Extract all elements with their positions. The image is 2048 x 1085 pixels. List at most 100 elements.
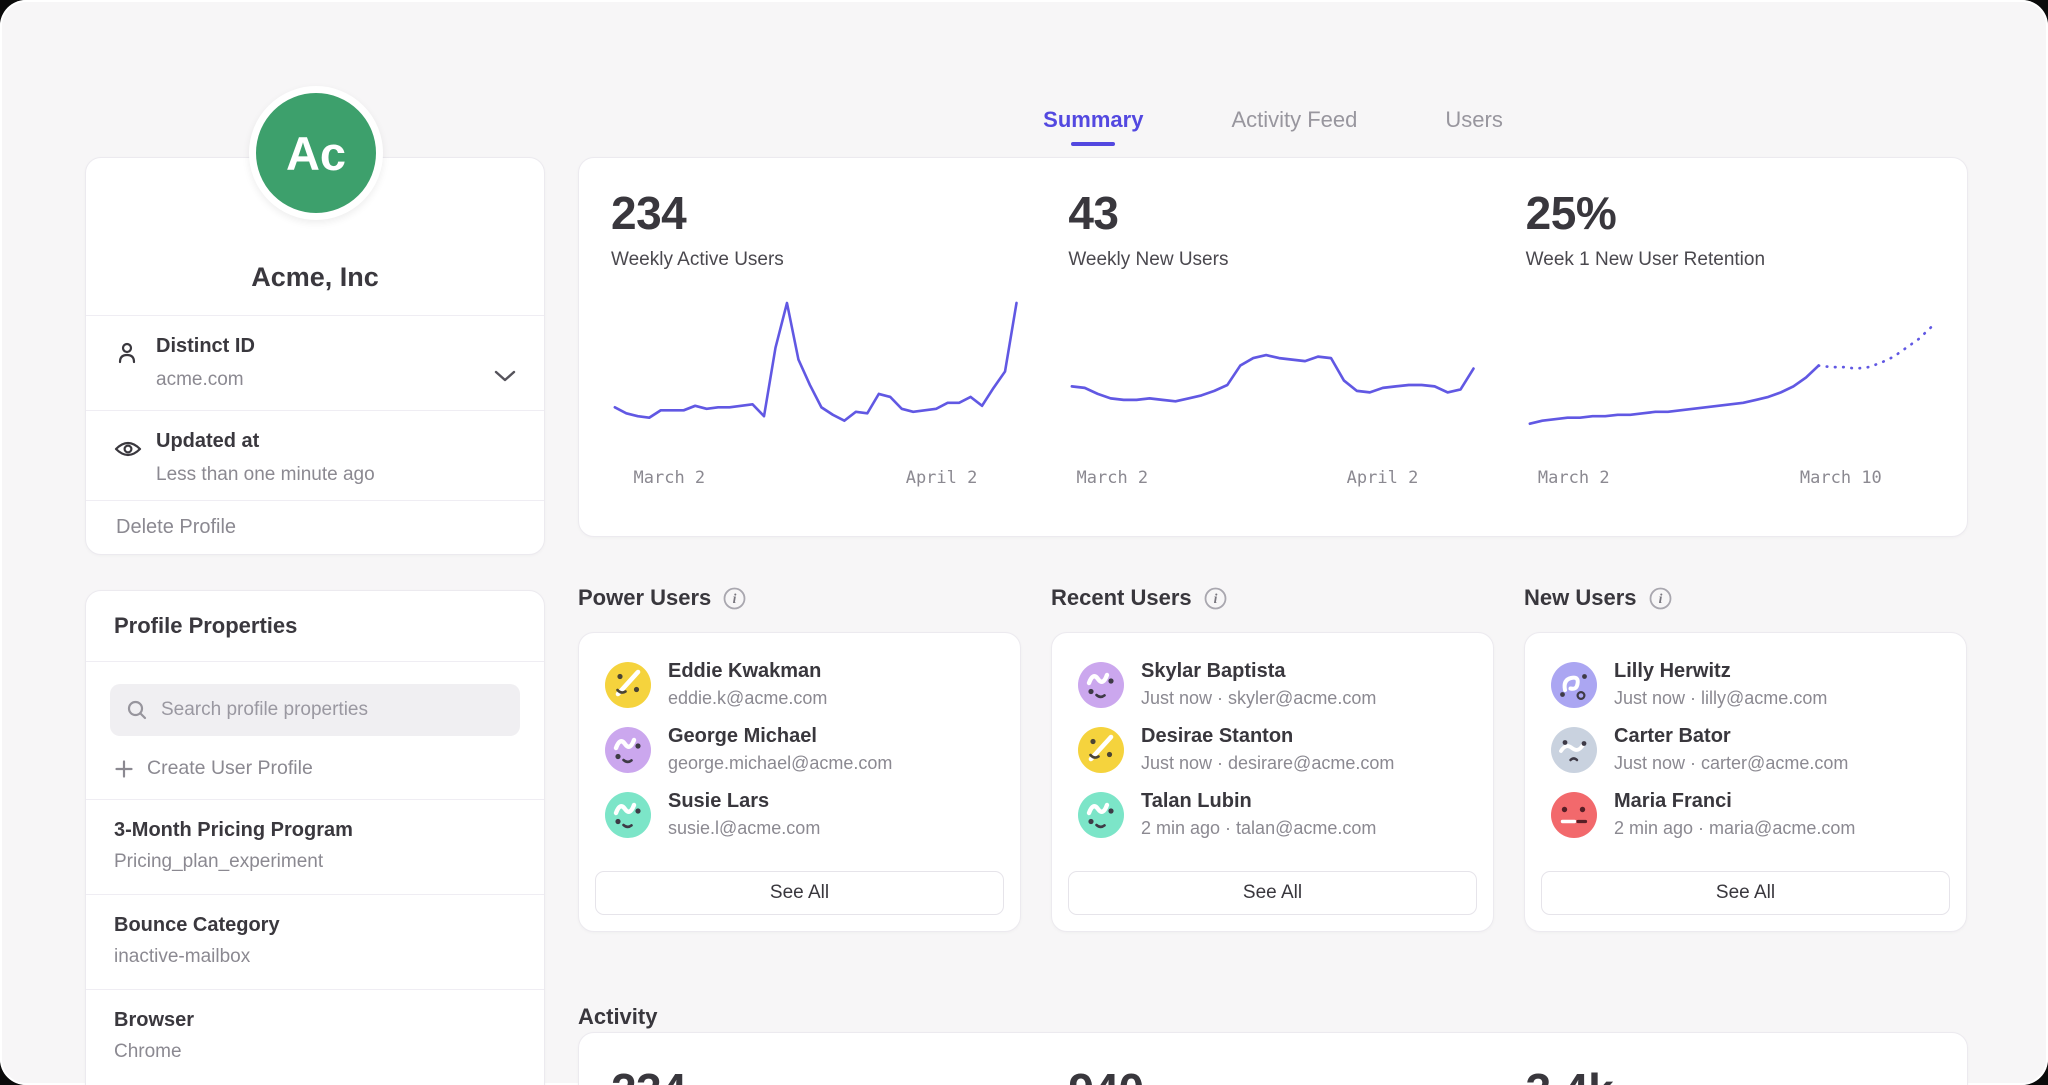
user-subtext: susie.l@acme.com [668, 818, 820, 839]
user-subtext: Just now · desirare@acme.com [1141, 753, 1394, 774]
user-name: Talan Lubin [1141, 790, 1376, 813]
list-item[interactable]: Talan Lubin 2 min ago · talan@acme.com [1078, 790, 1467, 839]
property-row-browser[interactable]: BrowserChrome [86, 989, 544, 1084]
avatar [605, 662, 651, 708]
list-title: New Users [1524, 585, 1637, 611]
user-name: Maria Franci [1614, 790, 1855, 813]
create-user-profile-button[interactable]: Create User Profile [114, 757, 516, 780]
active-tab-underline [1071, 142, 1115, 146]
avatar [605, 792, 651, 838]
user-list-card: Skylar Baptista Just now · skyler@acme.co… [1051, 632, 1494, 932]
line-chart [1068, 295, 1477, 460]
info-icon[interactable]: i [1649, 587, 1672, 610]
list-item[interactable]: Susie Larssusie.l@acme.com [605, 790, 994, 839]
activity-stat: 3.4k [1526, 1063, 1935, 1085]
list-title: Power Users [578, 585, 711, 611]
stat-number: 43 [1068, 186, 1477, 240]
see-all-button[interactable]: See All [1541, 871, 1950, 915]
profile-properties-title: Profile Properties [86, 591, 544, 662]
list-item[interactable]: Carter BatorJust now · carter@acme.com [1551, 725, 1940, 774]
avatar [1078, 727, 1124, 773]
property-value: Chrome [114, 1041, 516, 1063]
search-input[interactable] [159, 698, 504, 722]
chevron-down-icon[interactable] [492, 368, 518, 389]
property-row-bounce-category[interactable]: Bounce Category inactive-mailbox [86, 894, 544, 989]
search-icon [126, 699, 148, 721]
stat-number: 25% [1526, 186, 1935, 240]
list-item[interactable]: Eddie Kwakmaneddie.k@acme.com [605, 660, 994, 709]
list-item[interactable]: George Michael george.michael@acme.com [605, 725, 994, 774]
user-text: Lilly HerwitzJust now · lilly@acme.com [1614, 660, 1827, 709]
info-icon[interactable]: i [723, 587, 746, 610]
x-axis-label: March 2 [1538, 468, 1610, 488]
user-subtext: Just now · carter@acme.com [1614, 753, 1848, 774]
user-name: George Michael [668, 725, 892, 748]
delete-profile-button[interactable]: Delete Profile [86, 500, 544, 552]
company-name: Acme, Inc [251, 262, 379, 293]
stat-week-1-new-user-retention: 25%Week 1 New User RetentionMarch 2March… [1526, 186, 1935, 508]
avatar [1078, 662, 1124, 708]
chart-x-axis: March 2 March 10 [1526, 468, 1935, 492]
user-text: Talan Lubin 2 min ago · talan@acme.com [1141, 790, 1376, 839]
user-name: Skylar Baptista [1141, 660, 1376, 683]
summary-card: 234Weekly Active UsersMarch 2April 243We… [578, 157, 1968, 537]
app-window: Ac Acme, Inc Distinct IDacme.comUpdated … [0, 0, 2048, 1085]
see-all-button[interactable]: See All [1068, 871, 1477, 915]
x-axis-label: March 2 [634, 468, 706, 488]
user-text: Desirae Stanton Just now · desirare@acme.… [1141, 725, 1394, 774]
user-subtext: 2 min ago · talan@acme.com [1141, 818, 1376, 839]
list-title: Recent Users [1051, 585, 1192, 611]
x-axis-label: April 2 [1347, 468, 1419, 488]
stat-number: 234 [611, 1063, 1020, 1085]
tab-label: Summary [1043, 107, 1143, 132]
list-item[interactable]: Maria Franci2 min ago · maria@acme.com [1551, 790, 1940, 839]
x-axis-label: March 2 [1077, 468, 1149, 488]
property-label: 3-Month Pricing Program [114, 819, 516, 842]
see-all-button[interactable]: See All [595, 871, 1004, 915]
field-label: Distinct ID [156, 335, 484, 358]
property-row-3-month-pricing-program[interactable]: 3-Month Pricing ProgramPricing_plan_expe… [86, 799, 544, 894]
stat-number: 940 [1068, 1063, 1477, 1085]
plus-icon [114, 759, 134, 779]
user-subtext: Just now · skyler@acme.com [1141, 688, 1376, 709]
property-value: inactive-mailbox [114, 946, 516, 968]
property-label: Bounce Category [114, 914, 516, 937]
user-text: Susie Larssusie.l@acme.com [668, 790, 820, 839]
x-axis-label: March 10 [1800, 468, 1882, 488]
tab-label: Activity Feed [1231, 107, 1357, 132]
tab-label: Users [1445, 107, 1502, 132]
user-text: Eddie Kwakmaneddie.k@acme.com [668, 660, 827, 709]
info-icon[interactable]: i [1204, 587, 1227, 610]
user-list-power-users: Power Users i Eddie Kwakmaneddie.k@acme.co… [578, 583, 1021, 932]
avatar [1551, 662, 1597, 708]
list-header-new-users: New Users i [1524, 583, 1967, 613]
tab-summary[interactable]: Summary [1043, 107, 1143, 146]
activity-stat: 940 [1068, 1063, 1477, 1085]
list-item[interactable]: Lilly HerwitzJust now · lilly@acme.com [1551, 660, 1940, 709]
field-value: Less than one minute ago [156, 464, 484, 486]
x-axis-label: April 2 [906, 468, 978, 488]
line-chart [1526, 295, 1935, 460]
user-list-card: Eddie Kwakmaneddie.k@acme.com George Mich… [578, 632, 1021, 932]
profile-properties-search[interactable] [110, 684, 520, 736]
user-subtext: eddie.k@acme.com [668, 688, 827, 709]
svg-text:i: i [733, 591, 737, 606]
stat-weekly-new-users: 43 Weekly New Users March 2 April 2 [1068, 186, 1477, 508]
tab-activity-feed[interactable]: Activity Feed [1231, 107, 1357, 146]
chart-x-axis: March 2 April 2 [1068, 468, 1477, 492]
tab-users[interactable]: Users [1445, 107, 1502, 146]
svg-text:i: i [1658, 591, 1662, 606]
list-header-recent-users: Recent Users i [1051, 583, 1494, 613]
stat-label: Weekly Active Users [611, 249, 1020, 271]
person-icon [113, 339, 141, 372]
user-name: Desirae Stanton [1141, 725, 1394, 748]
user-subtext: george.michael@acme.com [668, 753, 892, 774]
stat-label: Weekly New Users [1068, 249, 1477, 271]
profile-field-distinct-id: Distinct IDacme.com [86, 315, 544, 410]
list-item[interactable]: Skylar Baptista Just now · skyler@acme.co… [1078, 660, 1467, 709]
svg-text:i: i [1213, 591, 1217, 606]
avatar [1078, 792, 1124, 838]
user-subtext: Just now · lilly@acme.com [1614, 688, 1827, 709]
list-item[interactable]: Desirae Stanton Just now · desirare@acme.… [1078, 725, 1467, 774]
activity-stat: 234 [611, 1063, 1020, 1085]
